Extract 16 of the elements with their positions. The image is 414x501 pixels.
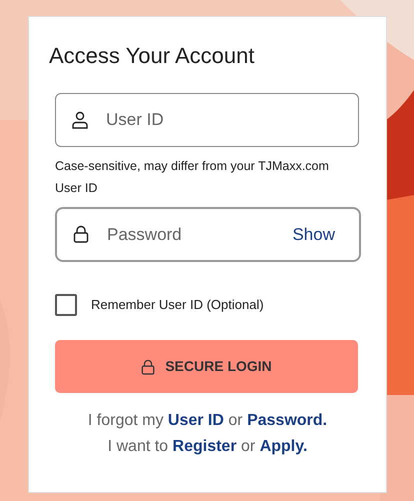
secure-login-button[interactable]: SECURE LOGIN <box>55 340 358 393</box>
person-icon <box>71 111 89 129</box>
lock-icon <box>73 225 89 243</box>
help-link[interactable]: Password. <box>247 412 328 429</box>
help-link[interactable]: Register <box>172 438 237 455</box>
help-text: I forgot my User ID or Password. <box>88 411 328 431</box>
help-link[interactable]: Apply. <box>260 438 308 455</box>
help-text: I want to Register or Apply. <box>108 437 308 457</box>
remember-checkbox[interactable] <box>55 294 77 316</box>
user-id-field[interactable]: User ID <box>55 93 359 147</box>
card-title: Access Your Account <box>49 43 256 69</box>
lock-icon <box>141 358 156 374</box>
remember-label: Remember User ID (Optional) <box>91 296 264 314</box>
user-id-hint: Case-sensitive, may differ from your TJMaxx.com User ID <box>55 158 330 197</box>
show-password-button[interactable]: Show <box>292 222 335 248</box>
help-link[interactable]: User ID <box>168 412 224 429</box>
